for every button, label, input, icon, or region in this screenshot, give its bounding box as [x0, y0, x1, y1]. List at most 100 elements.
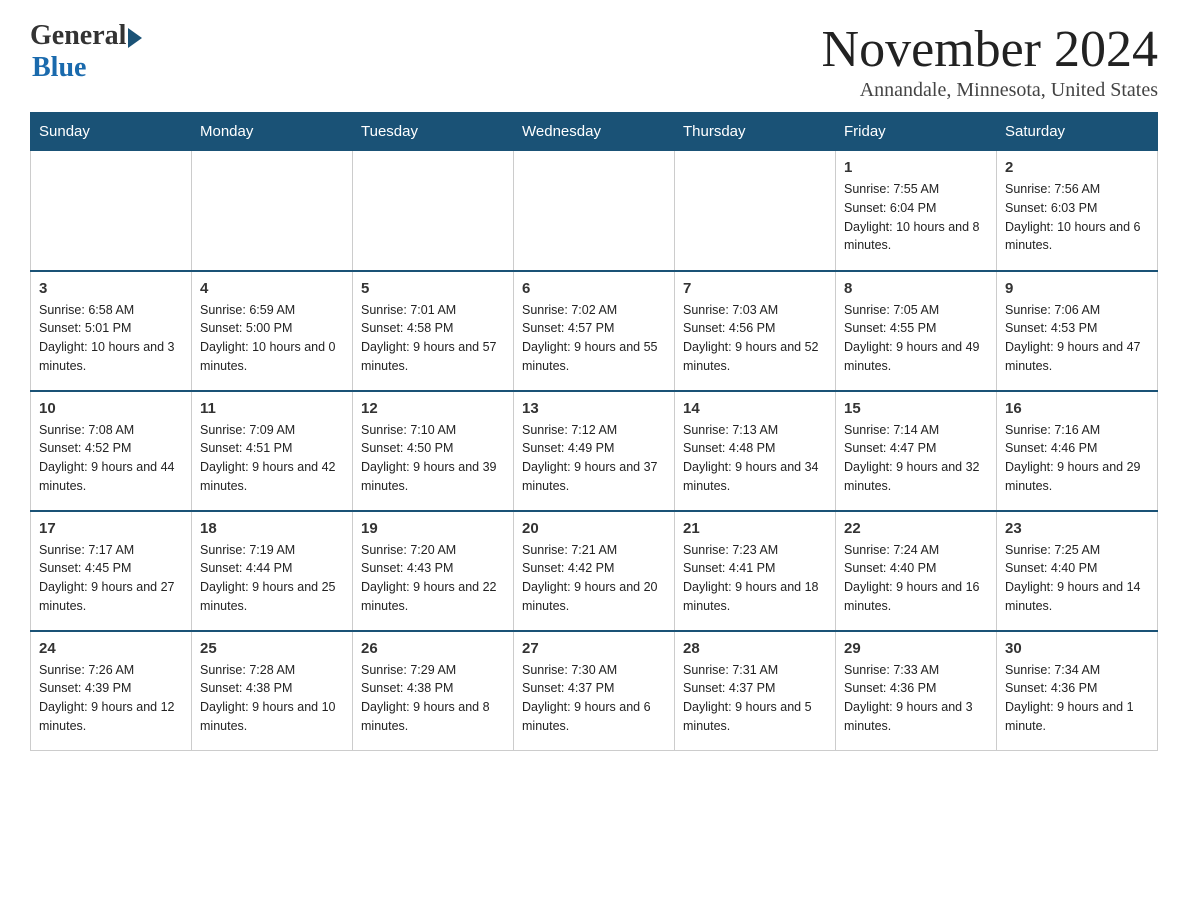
calendar-week-row: 10 Sunrise: 7:08 AM Sunset: 4:52 PM Dayli… [31, 391, 1158, 511]
calendar-cell: 10 Sunrise: 7:08 AM Sunset: 4:52 PM Dayli… [31, 391, 192, 511]
day-info: Sunrise: 6:58 AM Sunset: 5:01 PM Dayligh… [39, 301, 183, 376]
day-info: Sunrise: 7:05 AM Sunset: 4:55 PM Dayligh… [844, 301, 988, 376]
day-info: Sunrise: 7:21 AM Sunset: 4:42 PM Dayligh… [522, 541, 666, 616]
day-info: Sunrise: 7:55 AM Sunset: 6:04 PM Dayligh… [844, 180, 988, 255]
day-number: 8 [844, 280, 988, 297]
calendar-cell [192, 151, 353, 271]
day-info: Sunrise: 7:33 AM Sunset: 4:36 PM Dayligh… [844, 661, 988, 736]
day-info: Sunrise: 7:14 AM Sunset: 4:47 PM Dayligh… [844, 421, 988, 496]
day-number: 7 [683, 280, 827, 297]
day-info: Sunrise: 7:56 AM Sunset: 6:03 PM Dayligh… [1005, 180, 1149, 255]
calendar-cell: 28 Sunrise: 7:31 AM Sunset: 4:37 PM Dayli… [675, 631, 836, 751]
day-info: Sunrise: 7:03 AM Sunset: 4:56 PM Dayligh… [683, 301, 827, 376]
day-info: Sunrise: 7:02 AM Sunset: 4:57 PM Dayligh… [522, 301, 666, 376]
day-number: 29 [844, 640, 988, 657]
logo-arrow-icon [128, 28, 142, 48]
day-number: 25 [200, 640, 344, 657]
day-number: 27 [522, 640, 666, 657]
logo-blue-text: Blue [32, 52, 86, 84]
day-info: Sunrise: 7:08 AM Sunset: 4:52 PM Dayligh… [39, 421, 183, 496]
calendar-cell: 4 Sunrise: 6:59 AM Sunset: 5:00 PM Daylig… [192, 271, 353, 391]
calendar-cell: 26 Sunrise: 7:29 AM Sunset: 4:38 PM Dayli… [353, 631, 514, 751]
calendar-cell: 22 Sunrise: 7:24 AM Sunset: 4:40 PM Dayli… [836, 511, 997, 631]
calendar-cell: 27 Sunrise: 7:30 AM Sunset: 4:37 PM Dayli… [514, 631, 675, 751]
day-info: Sunrise: 7:10 AM Sunset: 4:50 PM Dayligh… [361, 421, 505, 496]
calendar-cell: 24 Sunrise: 7:26 AM Sunset: 4:39 PM Dayli… [31, 631, 192, 751]
day-info: Sunrise: 7:28 AM Sunset: 4:38 PM Dayligh… [200, 661, 344, 736]
title-section: November 2024 Annandale, Minnesota, Unit… [822, 20, 1158, 102]
day-of-week-header: Saturday [997, 113, 1158, 151]
calendar-cell: 14 Sunrise: 7:13 AM Sunset: 4:48 PM Dayli… [675, 391, 836, 511]
calendar-cell: 17Sunrise: 7:17 AM Sunset: 4:45 PM Dayli… [31, 511, 192, 631]
day-of-week-header: Wednesday [514, 113, 675, 151]
calendar-cell: 11Sunrise: 7:09 AM Sunset: 4:51 PM Dayli… [192, 391, 353, 511]
day-info: Sunrise: 7:01 AM Sunset: 4:58 PM Dayligh… [361, 301, 505, 376]
day-number: 15 [844, 400, 988, 417]
day-of-week-header: Sunday [31, 113, 192, 151]
calendar-cell [514, 151, 675, 271]
day-number: 26 [361, 640, 505, 657]
day-number: 16 [1005, 400, 1149, 417]
calendar-cell: 16 Sunrise: 7:16 AM Sunset: 4:46 PM Dayli… [997, 391, 1158, 511]
day-info: Sunrise: 7:20 AM Sunset: 4:43 PM Dayligh… [361, 541, 505, 616]
calendar-week-row: 24 Sunrise: 7:26 AM Sunset: 4:39 PM Dayli… [31, 631, 1158, 751]
day-info: Sunrise: 6:59 AM Sunset: 5:00 PM Dayligh… [200, 301, 344, 376]
day-number: 17 [39, 520, 183, 537]
calendar-cell: 2 Sunrise: 7:56 AM Sunset: 6:03 PM Daylig… [997, 151, 1158, 271]
day-number: 14 [683, 400, 827, 417]
calendar-week-row: 3 Sunrise: 6:58 AM Sunset: 5:01 PM Daylig… [31, 271, 1158, 391]
logo-general-text: General [30, 20, 126, 52]
calendar-cell: 30Sunrise: 7:34 AM Sunset: 4:36 PM Dayli… [997, 631, 1158, 751]
calendar-cell: 19 Sunrise: 7:20 AM Sunset: 4:43 PM Dayli… [353, 511, 514, 631]
calendar-cell: 6 Sunrise: 7:02 AM Sunset: 4:57 PM Daylig… [514, 271, 675, 391]
day-number: 19 [361, 520, 505, 537]
day-info: Sunrise: 7:19 AM Sunset: 4:44 PM Dayligh… [200, 541, 344, 616]
day-info: Sunrise: 7:30 AM Sunset: 4:37 PM Dayligh… [522, 661, 666, 736]
day-number: 5 [361, 280, 505, 297]
day-info: Sunrise: 7:29 AM Sunset: 4:38 PM Dayligh… [361, 661, 505, 736]
day-number: 24 [39, 640, 183, 657]
day-number: 6 [522, 280, 666, 297]
logo: General Blue [30, 20, 142, 84]
calendar-cell: 15 Sunrise: 7:14 AM Sunset: 4:47 PM Dayli… [836, 391, 997, 511]
day-number: 23 [1005, 520, 1149, 537]
day-number: 1 [844, 159, 988, 176]
day-number: 30 [1005, 640, 1149, 657]
day-info: Sunrise: 7:12 AM Sunset: 4:49 PM Dayligh… [522, 421, 666, 496]
day-number: 9 [1005, 280, 1149, 297]
day-number: 18 [200, 520, 344, 537]
calendar-cell: 1 Sunrise: 7:55 AM Sunset: 6:04 PM Daylig… [836, 151, 997, 271]
day-number: 22 [844, 520, 988, 537]
calendar-header-row: SundayMondayTuesdayWednesdayThursdayFrid… [31, 113, 1158, 151]
day-of-week-header: Monday [192, 113, 353, 151]
day-number: 13 [522, 400, 666, 417]
day-number: 4 [200, 280, 344, 297]
month-title: November 2024 [822, 20, 1158, 79]
calendar-cell: 23 Sunrise: 7:25 AM Sunset: 4:40 PM Dayli… [997, 511, 1158, 631]
calendar-cell: 25 Sunrise: 7:28 AM Sunset: 4:38 PM Dayli… [192, 631, 353, 751]
calendar-table: SundayMondayTuesdayWednesdayThursdayFrid… [30, 112, 1158, 751]
day-info: Sunrise: 7:13 AM Sunset: 4:48 PM Dayligh… [683, 421, 827, 496]
day-info: Sunrise: 7:16 AM Sunset: 4:46 PM Dayligh… [1005, 421, 1149, 496]
calendar-week-row: 17Sunrise: 7:17 AM Sunset: 4:45 PM Dayli… [31, 511, 1158, 631]
calendar-cell [353, 151, 514, 271]
calendar-cell: 21Sunrise: 7:23 AM Sunset: 4:41 PM Dayli… [675, 511, 836, 631]
day-of-week-header: Thursday [675, 113, 836, 151]
day-info: Sunrise: 7:25 AM Sunset: 4:40 PM Dayligh… [1005, 541, 1149, 616]
calendar-cell: 8 Sunrise: 7:05 AM Sunset: 4:55 PM Daylig… [836, 271, 997, 391]
day-number: 2 [1005, 159, 1149, 176]
day-info: Sunrise: 7:06 AM Sunset: 4:53 PM Dayligh… [1005, 301, 1149, 376]
day-number: 10 [39, 400, 183, 417]
calendar-cell: 9 Sunrise: 7:06 AM Sunset: 4:53 PM Daylig… [997, 271, 1158, 391]
day-info: Sunrise: 7:31 AM Sunset: 4:37 PM Dayligh… [683, 661, 827, 736]
day-number: 21 [683, 520, 827, 537]
day-info: Sunrise: 7:26 AM Sunset: 4:39 PM Dayligh… [39, 661, 183, 736]
day-number: 3 [39, 280, 183, 297]
calendar-cell: 5 Sunrise: 7:01 AM Sunset: 4:58 PM Daylig… [353, 271, 514, 391]
calendar-cell: 18 Sunrise: 7:19 AM Sunset: 4:44 PM Dayli… [192, 511, 353, 631]
day-number: 12 [361, 400, 505, 417]
day-info: Sunrise: 7:09 AM Sunset: 4:51 PM Dayligh… [200, 421, 344, 496]
page-header: General Blue November 2024 Annandale, Mi… [30, 20, 1158, 102]
day-info: Sunrise: 7:24 AM Sunset: 4:40 PM Dayligh… [844, 541, 988, 616]
day-number: 28 [683, 640, 827, 657]
